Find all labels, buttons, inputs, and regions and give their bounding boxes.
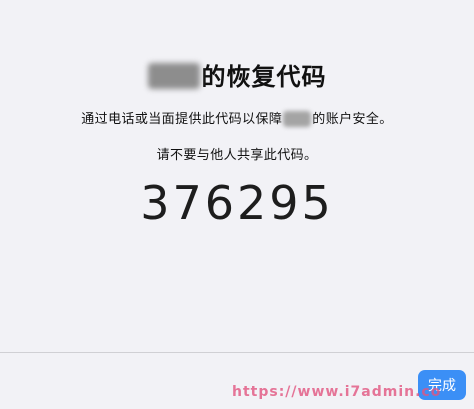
redacted-name-inline (283, 110, 312, 127)
recovery-code: 376295 (140, 176, 334, 230)
description-before: 通过电话或当面提供此代码以保障 (81, 112, 283, 127)
recovery-code-page: 的恢复代码 通过电话或当面提供此代码以保障 的账户安全。 请不要与他人共享此代码。… (0, 0, 474, 352)
redacted-name (147, 63, 200, 89)
watermark: https://www.i7admin.co (232, 384, 442, 400)
description-after: 的账户安全。 (312, 112, 393, 127)
warning-text: 请不要与他人共享此代码。 (156, 148, 318, 163)
title-text: 的恢复代码 (201, 63, 327, 91)
page-title: 的恢复代码 (0, 57, 474, 92)
toolbar-divider (0, 352, 474, 353)
description-text: 通过电话或当面提供此代码以保障 的账户安全。 (0, 108, 474, 128)
